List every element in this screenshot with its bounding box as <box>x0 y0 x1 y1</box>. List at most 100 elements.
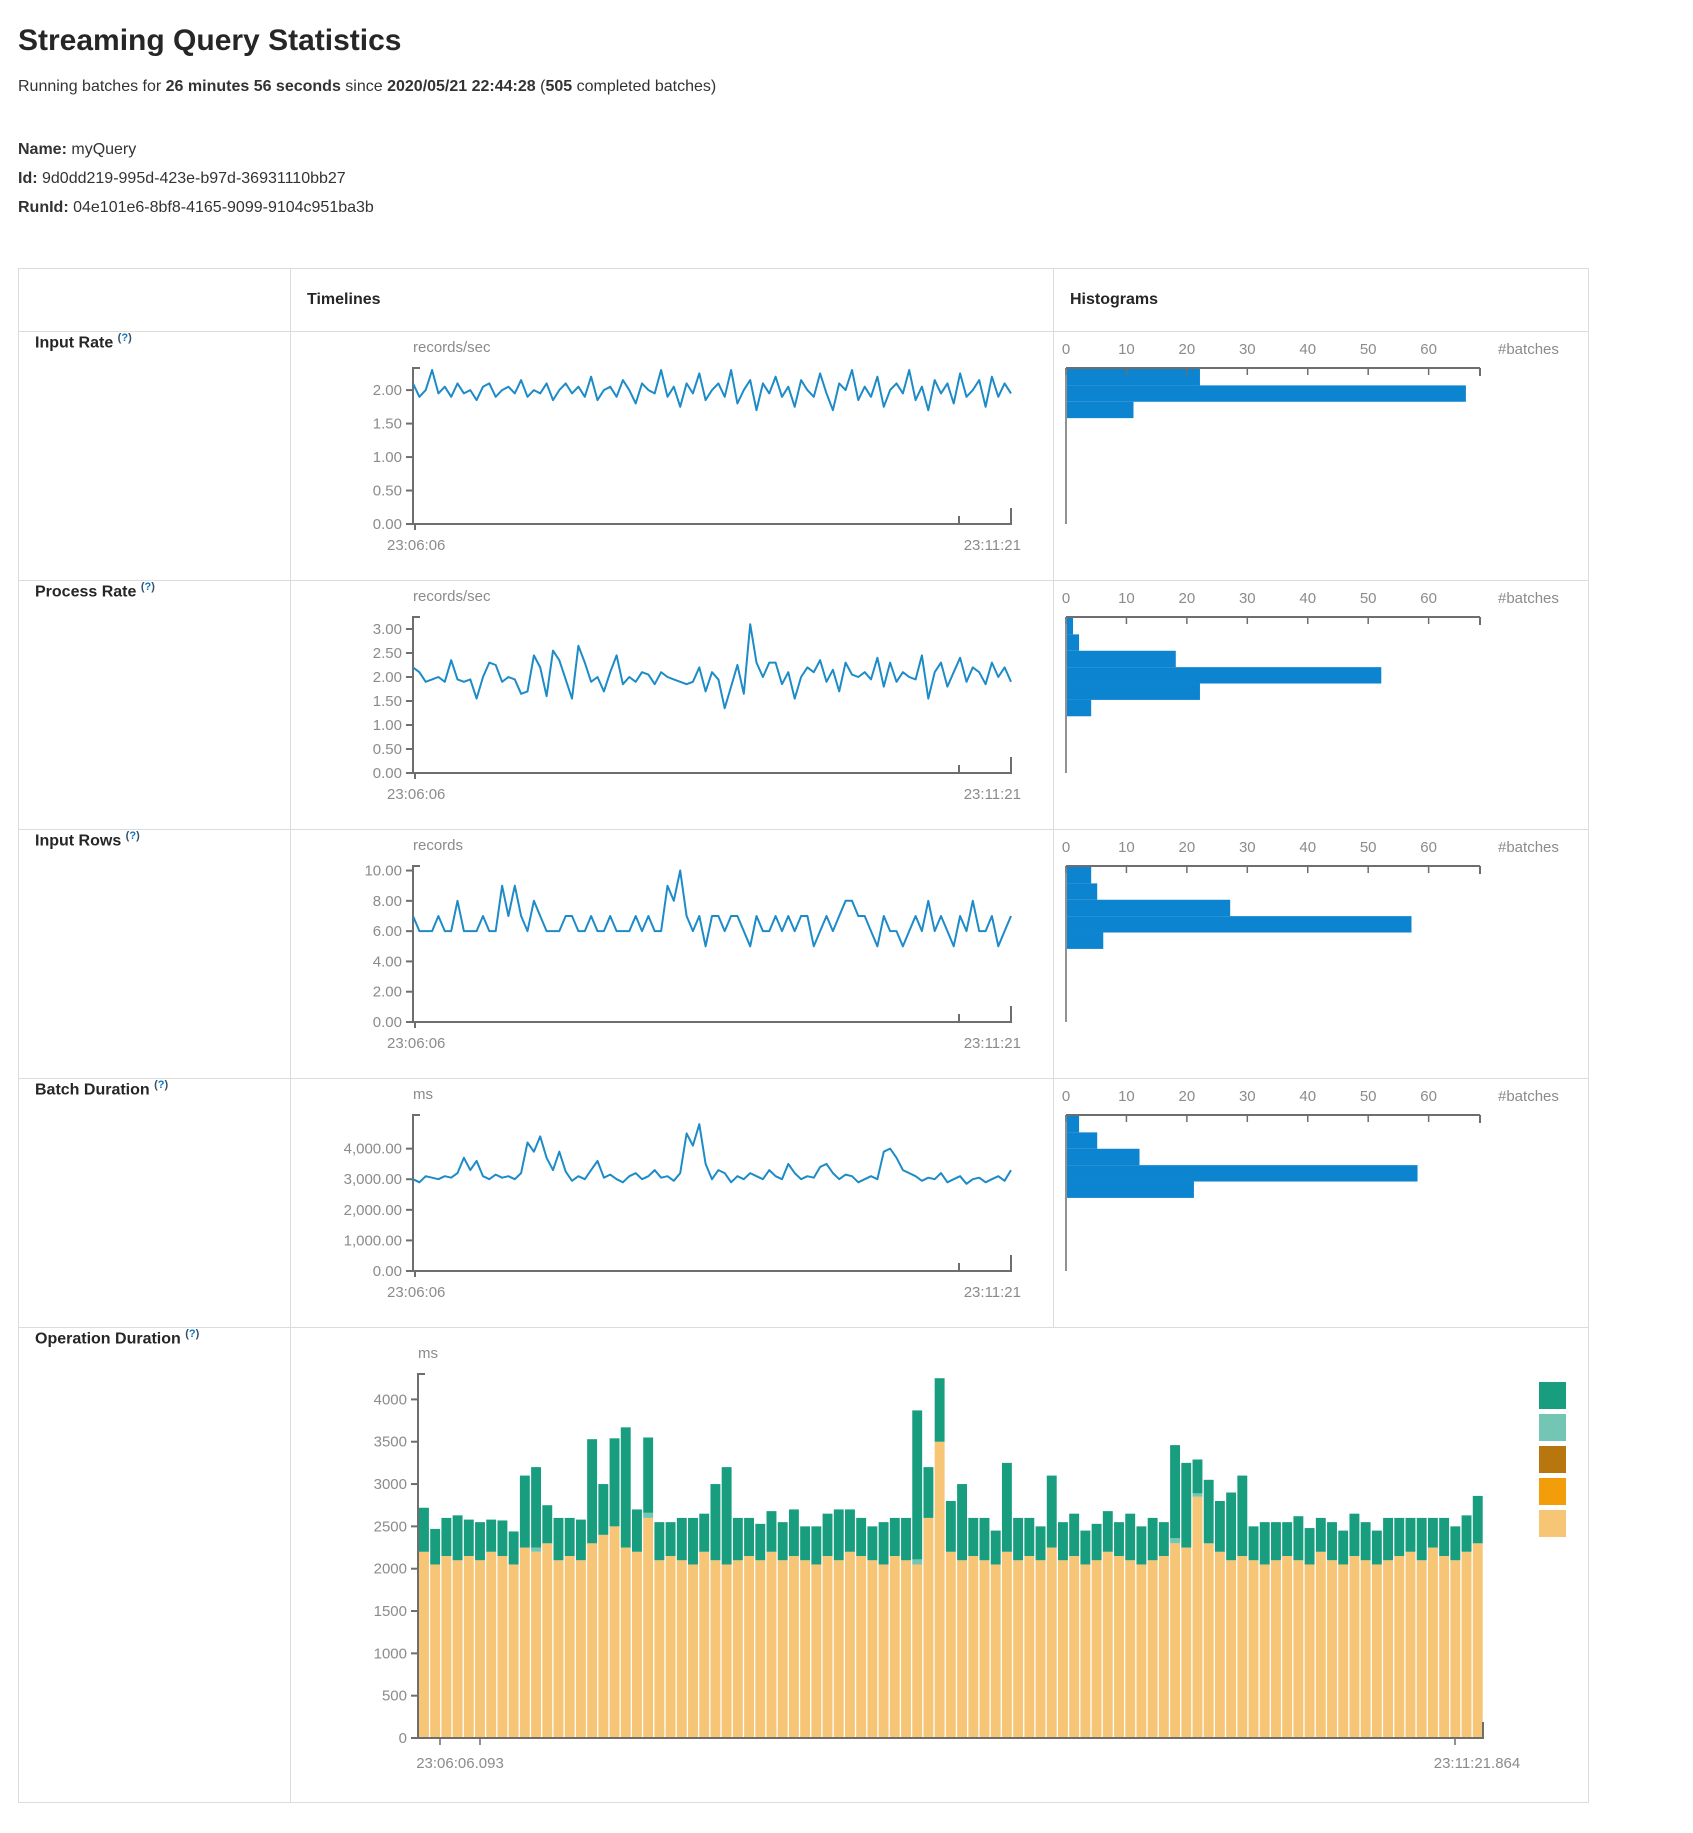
svg-text:2,000.00: 2,000.00 <box>344 1202 402 1219</box>
svg-text:records/sec: records/sec <box>413 339 491 356</box>
svg-text:30: 30 <box>1239 839 1256 856</box>
input-rows-label: Input Rows (?) <box>19 830 290 850</box>
svg-text:0: 0 <box>1062 839 1070 856</box>
running-batches-summary: Running batches for 26 minutes 56 second… <box>18 78 1675 96</box>
svg-text:0: 0 <box>399 1730 407 1747</box>
svg-text:20: 20 <box>1179 839 1196 856</box>
svg-text:ms: ms <box>418 1345 438 1362</box>
legend-swatch-1 <box>1539 1382 1566 1409</box>
operation-duration-help-icon[interactable]: (?) <box>185 1328 199 1340</box>
svg-text:23:11:21: 23:11:21 <box>964 1284 1021 1301</box>
header-histograms-cell: Histograms <box>1054 269 1589 332</box>
process-rate-timeline-cell: records/sec3.002.502.001.501.000.500.002… <box>291 581 1054 830</box>
statistics-table: Timelines Histograms Input Rate (?) reco… <box>18 268 1589 1803</box>
input-rows-timeline-cell: records10.008.006.004.002.000.0023:06:06… <box>291 830 1054 1079</box>
svg-text:23:11:21.864: 23:11:21.864 <box>1434 1755 1520 1772</box>
input-rows-histogram-cell: 0102030405060#batches <box>1054 830 1589 1079</box>
input-rate-label-cell: Input Rate (?) <box>19 332 291 581</box>
name-value: myQuery <box>71 141 136 158</box>
legend-swatch-3 <box>1539 1446 1566 1473</box>
svg-text:records/sec: records/sec <box>413 588 491 605</box>
svg-text:3.00: 3.00 <box>373 621 402 638</box>
svg-text:10: 10 <box>1118 341 1135 358</box>
svg-text:23:11:21: 23:11:21 <box>964 537 1021 554</box>
operation-duration-legend <box>1539 1382 1566 1542</box>
batch-duration-timeline-cell: ms4,000.003,000.002,000.001,000.000.0023… <box>291 1079 1054 1328</box>
svg-text:2500: 2500 <box>374 1519 407 1536</box>
svg-text:1.50: 1.50 <box>373 416 402 433</box>
process-rate-row: Process Rate (?) records/sec3.002.502.00… <box>19 581 1589 830</box>
svg-text:23:06:06: 23:06:06 <box>387 1035 445 1052</box>
summary-since: since <box>341 78 387 95</box>
process-rate-help-icon[interactable]: (?) <box>141 581 155 593</box>
svg-text:20: 20 <box>1179 341 1196 358</box>
svg-text:0: 0 <box>1062 341 1070 358</box>
start-timestamp: 2020/05/21 22:44:28 <box>387 78 536 95</box>
svg-text:2000: 2000 <box>374 1561 407 1578</box>
input-rows-help-icon[interactable]: (?) <box>126 830 140 842</box>
operation-duration-label-cell: Operation Duration (?) <box>19 1328 291 1803</box>
process-rate-label: Process Rate (?) <box>19 581 290 601</box>
runid-label: RunId: <box>18 199 69 216</box>
batch-duration-label-cell: Batch Duration (?) <box>19 1079 291 1328</box>
header-empty-cell <box>19 269 291 332</box>
svg-text:6.00: 6.00 <box>373 924 402 941</box>
timelines-column-header: Timelines <box>291 291 1053 309</box>
svg-text:4,000.00: 4,000.00 <box>344 1141 402 1158</box>
table-header-row: Timelines Histograms <box>19 269 1589 332</box>
svg-text:40: 40 <box>1299 590 1316 607</box>
input-rate-histogram-cell: 0102030405060#batches <box>1054 332 1589 581</box>
svg-text:20: 20 <box>1179 590 1196 607</box>
svg-text:50: 50 <box>1360 1088 1377 1105</box>
batch-duration-help-icon[interactable]: (?) <box>154 1079 168 1091</box>
run-duration: 26 minutes 56 seconds <box>166 78 341 95</box>
histograms-column-header: Histograms <box>1054 291 1588 309</box>
svg-text:23:11:21: 23:11:21 <box>964 786 1021 803</box>
process-rate-histogram-cell: 0102030405060#batches <box>1054 581 1589 830</box>
batch-duration-timeline-chart: ms4,000.003,000.002,000.001,000.000.0023… <box>291 1079 1053 1319</box>
query-metadata: Name: myQuery Id: 9d0dd219-995d-423e-b97… <box>18 136 1675 222</box>
svg-text:0.00: 0.00 <box>373 1014 402 1031</box>
page-title: Streaming Query Statistics <box>18 24 1675 58</box>
svg-text:1,000.00: 1,000.00 <box>344 1233 402 1250</box>
summary-prefix: Running batches for <box>18 78 166 95</box>
svg-text:10: 10 <box>1118 1088 1135 1105</box>
svg-text:1.00: 1.00 <box>373 449 402 466</box>
id-label: Id: <box>18 170 38 187</box>
input-rows-timeline-chart: records10.008.006.004.002.000.0023:06:06… <box>291 830 1053 1070</box>
svg-text:3,000.00: 3,000.00 <box>344 1172 402 1189</box>
svg-text:1000: 1000 <box>374 1646 407 1663</box>
svg-text:3000: 3000 <box>374 1476 407 1493</box>
svg-text:2.00: 2.00 <box>373 984 402 1001</box>
batch-duration-histogram-cell: 0102030405060#batches <box>1054 1079 1589 1328</box>
svg-text:30: 30 <box>1239 590 1256 607</box>
svg-text:23:06:06.093: 23:06:06.093 <box>416 1755 504 1772</box>
svg-text:40: 40 <box>1299 1088 1316 1105</box>
process-rate-timeline-chart: records/sec3.002.502.001.501.000.500.002… <box>291 581 1053 821</box>
completed-batches-count: 505 <box>545 78 572 95</box>
legend-swatch-5 <box>1539 1510 1566 1537</box>
svg-text:50: 50 <box>1360 590 1377 607</box>
input-rows-label-cell: Input Rows (?) <box>19 830 291 1079</box>
svg-text:1500: 1500 <box>374 1603 407 1620</box>
svg-text:#batches: #batches <box>1498 341 1559 358</box>
svg-text:23:06:06: 23:06:06 <box>387 786 445 803</box>
svg-text:0.50: 0.50 <box>373 741 402 758</box>
svg-text:2.00: 2.00 <box>373 382 402 399</box>
svg-text:1.00: 1.00 <box>373 717 402 734</box>
svg-text:10: 10 <box>1118 839 1135 856</box>
query-name-row: Name: myQuery <box>18 136 1675 165</box>
batch-duration-histogram-chart: 0102030405060#batches <box>1054 1079 1588 1319</box>
svg-text:60: 60 <box>1420 1088 1437 1105</box>
svg-text:20: 20 <box>1179 1088 1196 1105</box>
svg-text:0: 0 <box>1062 1088 1070 1105</box>
input-rate-help-icon[interactable]: (?) <box>118 332 132 344</box>
input-rate-timeline-cell: records/sec2.001.501.000.500.0023:06:062… <box>291 332 1054 581</box>
batch-duration-row: Batch Duration (?) ms4,000.003,000.002,0… <box>19 1079 1589 1328</box>
svg-text:0.50: 0.50 <box>373 483 402 500</box>
svg-text:2.50: 2.50 <box>373 645 402 662</box>
query-id-row: Id: 9d0dd219-995d-423e-b97d-36931110bb27 <box>18 165 1675 194</box>
svg-text:23:06:06: 23:06:06 <box>387 1284 445 1301</box>
svg-text:60: 60 <box>1420 341 1437 358</box>
svg-text:4000: 4000 <box>374 1392 407 1409</box>
